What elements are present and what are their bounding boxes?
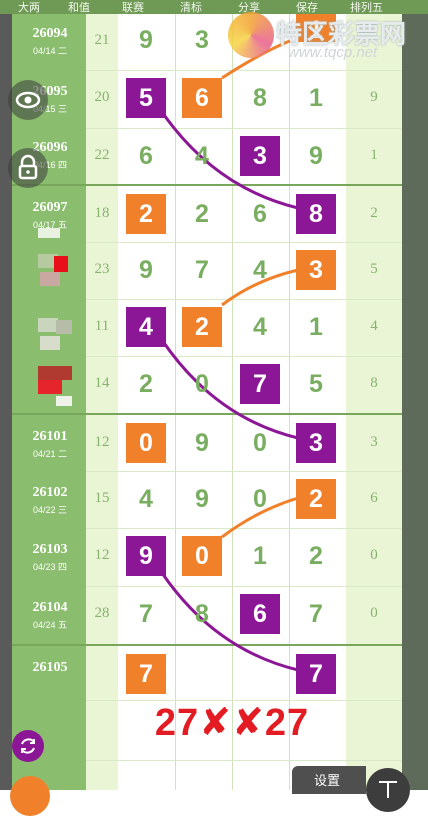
digit-box-purple: 3 (296, 423, 336, 463)
digit: 7 (195, 256, 209, 284)
digit: 8 (195, 600, 209, 628)
issue-date: 04/21 二 (32, 449, 68, 459)
blur-block (38, 318, 58, 332)
digit-box-purple: 3 (240, 136, 280, 176)
sum-value: 11 (94, 318, 110, 334)
digit-box-orange: 3 (296, 250, 336, 290)
digit: 2 (195, 200, 209, 228)
blur-block (54, 256, 68, 272)
digit: 1 (253, 542, 267, 570)
digit: 8 (253, 84, 267, 112)
last-value: 8 (370, 375, 378, 391)
digit-box-purple: 7 (240, 364, 280, 404)
digit: 4 (195, 142, 209, 170)
last-value: 1 (370, 147, 378, 163)
menu-button[interactable] (366, 768, 410, 812)
site-logo-icon (228, 12, 274, 58)
issue-date: 04/23 四 (32, 562, 68, 572)
digit: 0 (195, 370, 209, 398)
site-logo-url: www.tqcp.net (288, 44, 378, 61)
issue-number: 26097 (32, 200, 68, 215)
issue-date: 04/22 三 (32, 505, 68, 515)
sum-value: 18 (94, 205, 110, 221)
digit-box-orange: 2 (296, 479, 336, 519)
last-value: 5 (370, 261, 378, 277)
digit: 6 (139, 142, 153, 170)
blur-block (56, 320, 72, 334)
issue-date: 04/24 五 (32, 620, 68, 630)
digit: 4 (253, 256, 267, 284)
digit: 9 (195, 429, 209, 457)
digit: 0 (253, 429, 267, 457)
digit-box-orange: 7 (126, 654, 166, 694)
lock-button[interactable] (8, 148, 48, 188)
last-value: 4 (370, 318, 378, 334)
digit: 4 (139, 485, 153, 513)
issue-number: 26101 (32, 429, 68, 444)
digit: 9 (139, 256, 153, 284)
sum-value: 20 (94, 89, 110, 105)
sum-value: 15 (94, 490, 110, 506)
settings-label: 设置 (314, 773, 341, 788)
digit: 9 (195, 485, 209, 513)
blur-block (40, 272, 60, 286)
last-value: 9 (370, 89, 378, 105)
digit-box-orange: 2 (182, 307, 222, 347)
digit: 4 (253, 313, 267, 341)
digit: 2 (139, 370, 153, 398)
eye-icon (15, 91, 41, 109)
last-value: 0 (370, 547, 378, 563)
blur-block (56, 396, 72, 406)
digit-box-purple: 7 (296, 654, 336, 694)
prediction-result: 27✘✘27 (154, 702, 310, 744)
sum-value: 12 (94, 434, 110, 450)
share-button[interactable] (10, 776, 50, 816)
digit: 9 (139, 26, 153, 54)
menu-icon (379, 781, 397, 798)
sum-value: 28 (94, 605, 110, 621)
last-value: 6 (370, 490, 378, 506)
digit-box-orange: 0 (182, 536, 222, 576)
blur-block (38, 228, 60, 238)
issue-number: 26103 (32, 542, 68, 557)
blur-block (38, 366, 72, 380)
digit-box-purple: 6 (240, 594, 280, 634)
digit-box-purple: 9 (126, 536, 166, 576)
digit: 1 (309, 84, 323, 112)
refresh-icon (21, 738, 35, 754)
issue-number: 26104 (32, 600, 68, 615)
blur-block (40, 336, 60, 350)
last-value: 0 (370, 605, 378, 621)
digit: 7 (139, 600, 153, 628)
issue-number: 26102 (32, 485, 68, 500)
digit: 1 (309, 313, 323, 341)
sum-value: 21 (94, 32, 110, 48)
blur-block (38, 380, 62, 394)
digit-box-purple: 8 (296, 194, 336, 234)
digit: 2 (309, 542, 323, 570)
last-value: 3 (370, 434, 378, 450)
eye-button[interactable] (8, 80, 48, 120)
refresh-button[interactable] (12, 730, 44, 762)
digit: 9 (309, 142, 323, 170)
digit: 0 (253, 485, 267, 513)
last-value: 2 (370, 205, 378, 221)
sum-value: 23 (94, 261, 110, 277)
digit-box-orange: 0 (126, 423, 166, 463)
sum-value: 22 (94, 147, 110, 163)
digit-box-purple: 5 (126, 78, 166, 118)
issue-number: 26094 (32, 26, 68, 41)
issue-number: 26105 (32, 660, 68, 675)
digit: 7 (309, 600, 323, 628)
sum-value: 12 (94, 547, 110, 563)
digit: 3 (195, 26, 209, 54)
sum-value: 14 (94, 375, 110, 391)
digit-box-purple: 4 (126, 307, 166, 347)
digit-box-orange: 6 (182, 78, 222, 118)
lock-icon (18, 154, 38, 180)
digit-box-orange: 2 (126, 194, 166, 234)
issue-date: 04/14 二 (32, 46, 68, 56)
digit: 5 (309, 370, 323, 398)
digit: 6 (253, 200, 267, 228)
